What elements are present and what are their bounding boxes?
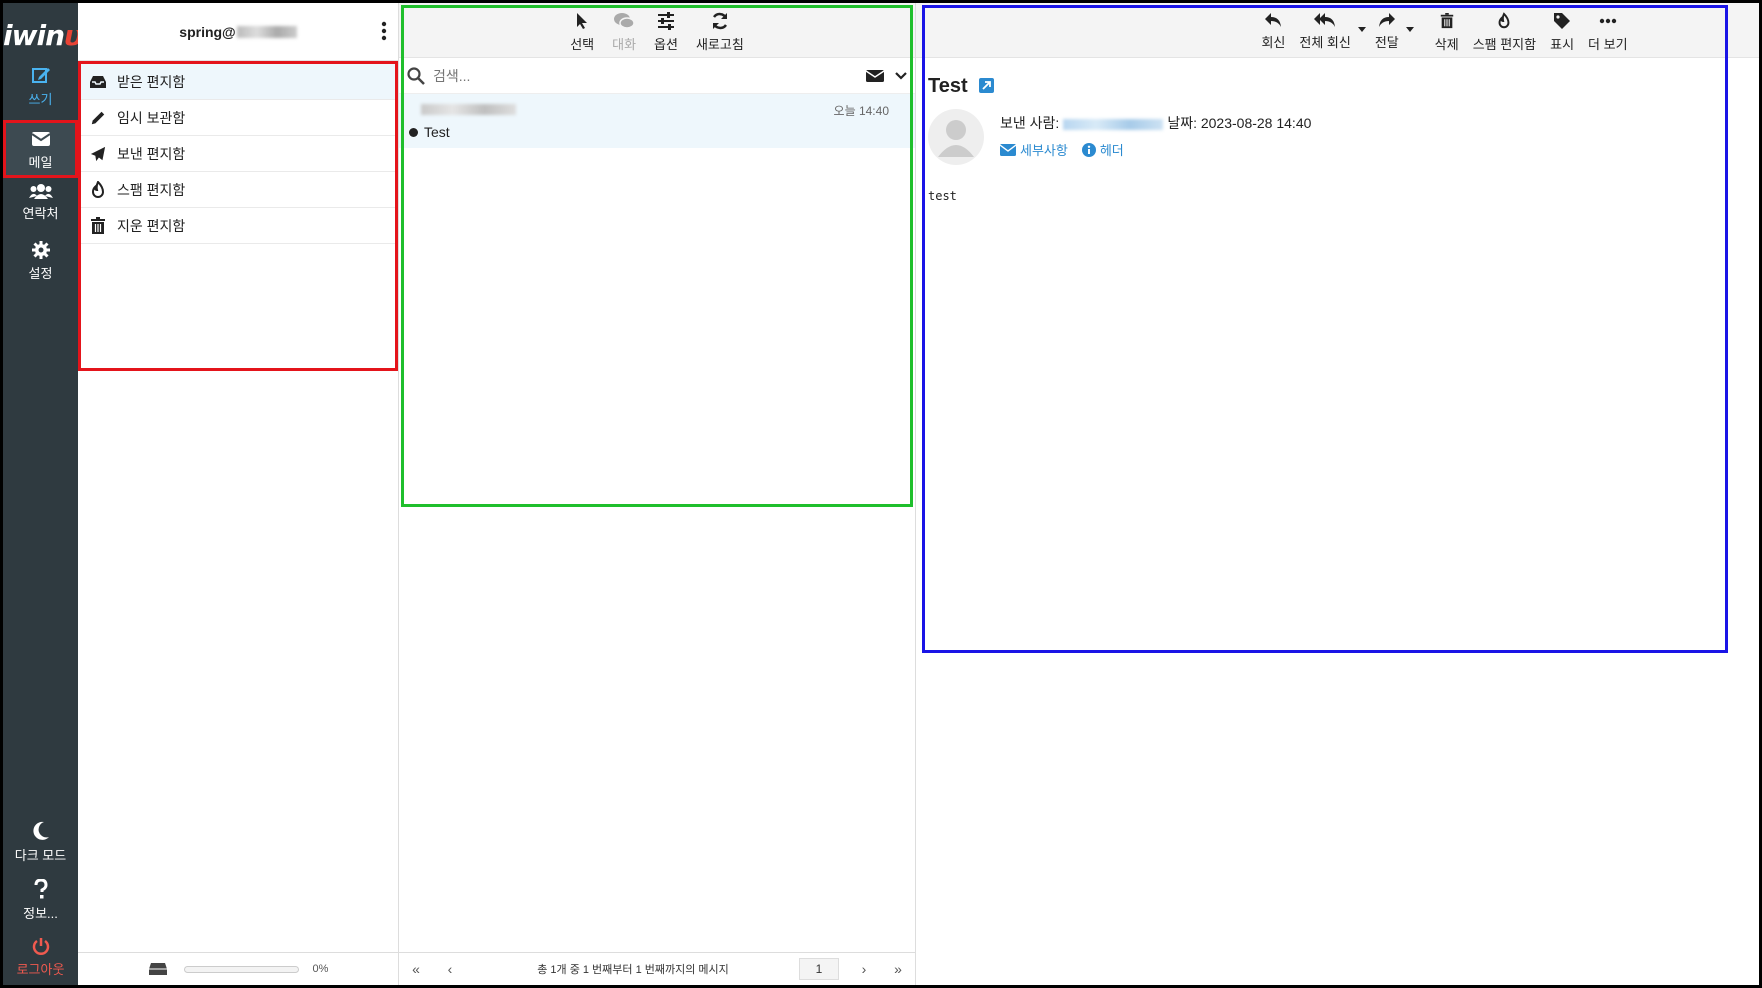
moon-icon (32, 821, 49, 840)
kebab-menu-icon[interactable] (380, 21, 388, 41)
logout-label: 로그아웃 (16, 962, 65, 977)
pagination-summary: 총 1개 중 1 번째부터 1 번째까지의 메시지 (537, 964, 729, 976)
settings-button[interactable]: 설정 (3, 241, 78, 299)
dark-mode-label: 다크 모드 (14, 848, 67, 863)
account-domain-redacted (236, 25, 297, 38)
compose-button[interactable]: 쓰기 (3, 65, 78, 123)
quota-percent: 0% (312, 963, 329, 975)
power-icon (32, 938, 49, 955)
first-page-button[interactable]: « (399, 961, 433, 977)
about-label: 정보... (23, 906, 58, 921)
inbox-icon (90, 75, 106, 88)
compose-icon (31, 68, 50, 83)
account-name: spring@ (179, 23, 236, 40)
mail-label: 메일 (28, 155, 53, 170)
contacts-button[interactable]: 연락처 (3, 183, 78, 241)
folder-label: 보낸 편지함 (117, 145, 186, 162)
logout-button[interactable]: 로그아웃 (3, 937, 78, 985)
hard-drive-icon (148, 963, 167, 975)
folder-label: 스팸 편지함 (117, 181, 186, 198)
prev-page-button[interactable]: ‹ (433, 961, 467, 977)
next-page-button[interactable]: › (847, 961, 881, 977)
message-list-panel: 선택 대화 옵션 새로고침 오늘 14:40 Test (399, 3, 916, 985)
pagination-bar: « ‹ 총 1개 중 1 번째부터 1 번째까지의 메시지 1 › » (399, 952, 915, 985)
folder-panel: spring@ 받은 편지함 임시 보관함 보낸 편지함 스팸 편지함 지운 편… (78, 3, 399, 985)
message-preview-highlight (922, 5, 1728, 653)
settings-label: 설정 (28, 266, 53, 281)
gear-icon (31, 241, 50, 259)
compose-label: 쓰기 (28, 92, 53, 107)
dark-mode-button[interactable]: 다크 모드 (3, 821, 78, 879)
folder-sent[interactable]: 보낸 편지함 (81, 136, 395, 172)
folder-label: 받은 편지함 (117, 73, 186, 90)
folder-label: 임시 보관함 (117, 109, 186, 126)
quota-bar (183, 965, 299, 973)
page-number-input[interactable]: 1 (799, 958, 839, 980)
quota-footer: 0% (78, 952, 398, 985)
contacts-label: 연락처 (22, 206, 59, 221)
envelope-icon (30, 132, 51, 146)
pencil-icon (91, 111, 105, 124)
logo-text: iwin (3, 19, 65, 52)
fire-icon (91, 180, 105, 198)
folder-inbox[interactable]: 받은 편지함 (81, 64, 395, 100)
message-preview-panel: 회신 전체 회신 전달 삭제 스팸 편지함 표시 더 보기 Test 보낸 사람… (916, 3, 1759, 985)
folder-label: 지운 편지함 (117, 217, 186, 234)
last-page-button[interactable]: » (881, 961, 915, 977)
folder-trash[interactable]: 지운 편지함 (81, 208, 395, 244)
mail-button[interactable]: 메일 (3, 120, 78, 178)
folder-spam[interactable]: 스팸 편지함 (81, 172, 395, 208)
account-header: spring@ (78, 3, 398, 61)
folder-drafts[interactable]: 임시 보관함 (81, 100, 395, 136)
question-icon (34, 879, 48, 899)
logo: iwinυ (3, 19, 83, 52)
paper-plane-icon (90, 146, 106, 161)
trash-icon (91, 216, 105, 234)
users-icon (28, 184, 53, 199)
about-button[interactable]: 정보... (3, 879, 78, 937)
mail-app: iwinυ 쓰기 메일 연락처 설정 다크 모드 정보... 로그아웃 spri… (3, 3, 1759, 985)
folder-list: 받은 편지함 임시 보관함 보낸 편지함 스팸 편지함 지운 편지함 (78, 61, 398, 371)
message-list-highlight (401, 5, 913, 507)
main-navigation: iwinυ 쓰기 메일 연락처 설정 다크 모드 정보... 로그아웃 (3, 3, 83, 985)
